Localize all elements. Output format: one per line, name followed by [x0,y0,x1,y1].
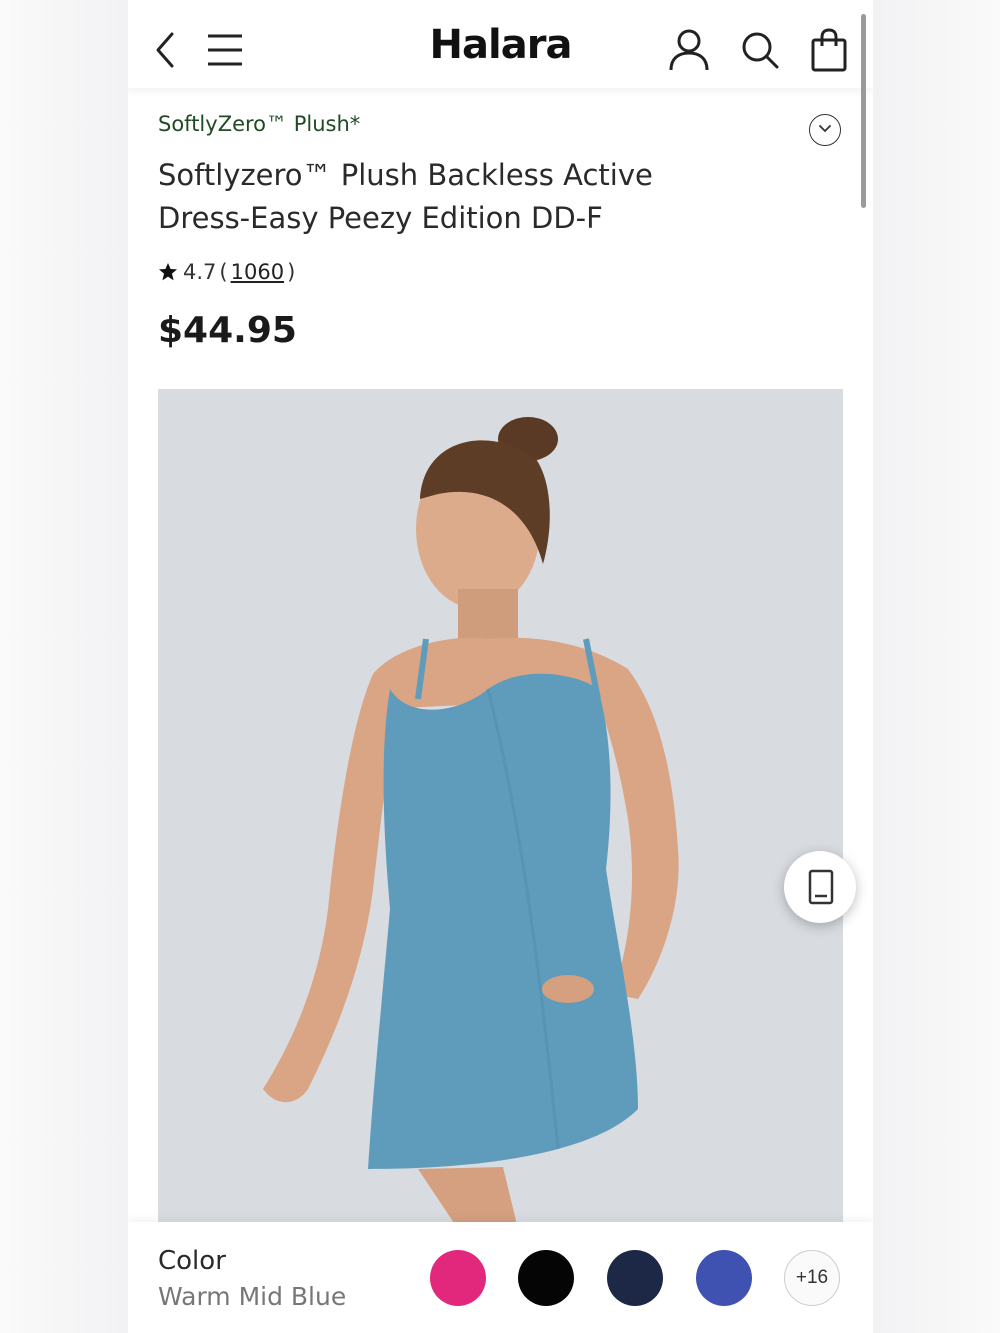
product-title-line-2: Dress-Easy Peezy Edition DD-F [158,201,603,235]
product-price: $44.95 [158,310,297,351]
star-icon [159,263,177,281]
back-icon[interactable] [152,28,180,72]
product-title-line-1: Softlyzero™ Plush Backless Active [158,158,653,192]
color-selector-bar: Color Warm Mid Blue +16 [128,1222,873,1333]
more-colors-button[interactable]: +16 [784,1250,840,1306]
top-navigation-bar: Halara [128,0,873,88]
left-backdrop [0,0,128,1333]
search-icon[interactable] [740,30,780,70]
scrollbar[interactable] [861,14,866,208]
product-page: Halara SoftlyZero™ Plush* Softlyzero™ Pl… [128,0,873,1333]
product-brand[interactable]: SoftlyZero™ Plush* [158,112,360,136]
size-guide-button[interactable] [784,851,856,923]
color-label: Color [158,1246,226,1276]
rating-value: 4.7 [183,260,217,284]
chevron-down-icon[interactable] [809,114,841,146]
review-count-link[interactable]: 1060 [231,260,284,284]
selected-color-name: Warm Mid Blue [158,1282,347,1311]
right-backdrop [873,0,1000,1333]
paren-open: ( [219,260,228,284]
color-swatch-navy[interactable] [607,1250,663,1306]
color-swatch-black[interactable] [518,1250,574,1306]
phone-icon [808,869,834,905]
paren-close: ) [287,260,296,284]
product-title: Softlyzero™ Plush Backless Active Dress-… [158,154,758,240]
product-photo[interactable] [158,389,843,1229]
color-swatch-royal-blue[interactable] [696,1250,752,1306]
bag-icon[interactable] [810,28,848,72]
color-swatch-pink[interactable] [430,1250,486,1306]
account-icon[interactable] [668,28,710,72]
menu-icon[interactable] [206,32,244,68]
rating-row[interactable]: 4.7 ( 1060 ) [158,258,298,286]
model-illustration [158,389,843,1229]
halara-logo[interactable]: Halara [388,22,613,68]
